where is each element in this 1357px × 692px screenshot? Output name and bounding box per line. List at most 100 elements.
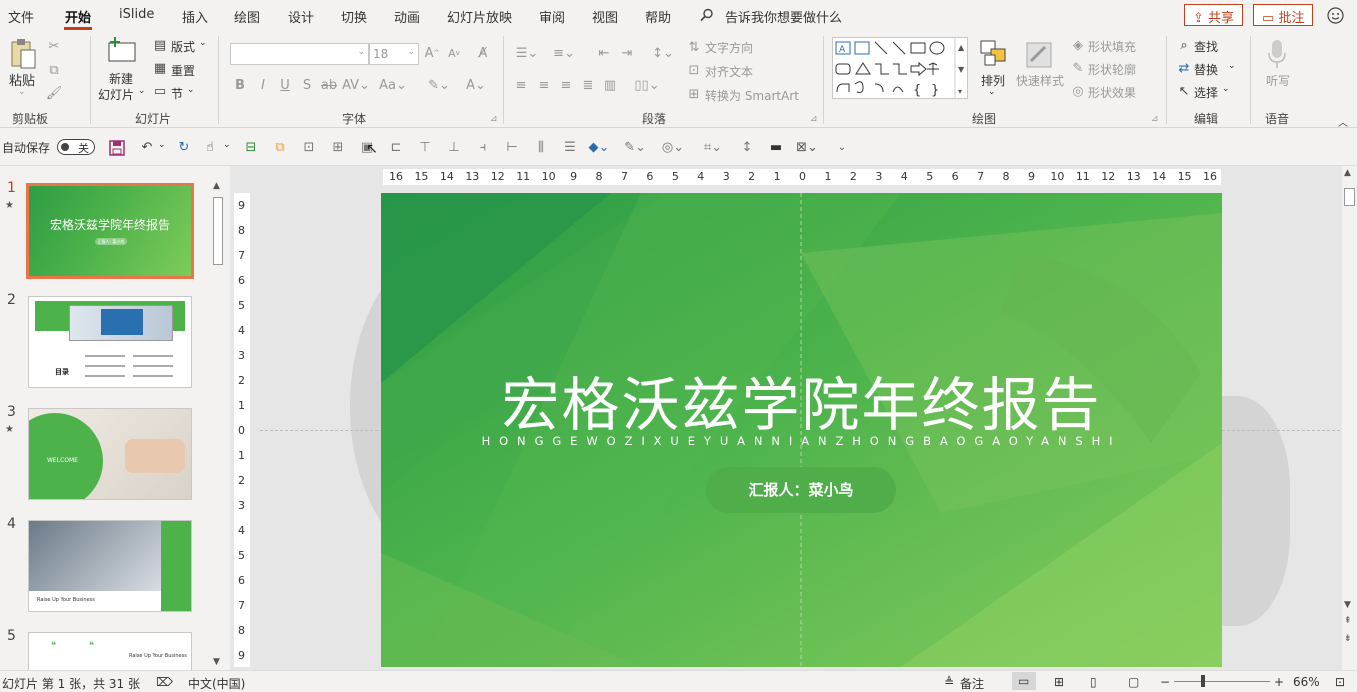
align-middle-icon[interactable]: ⊢ bbox=[503, 138, 521, 156]
select-button[interactable]: 选择 bbox=[1194, 84, 1218, 101]
select-arrow-icon[interactable]: ↖ bbox=[1176, 84, 1192, 99]
height-icon[interactable]: ↕ bbox=[738, 138, 756, 156]
shape-effects-icon[interactable]: ◎ bbox=[1070, 84, 1086, 99]
bold-icon[interactable]: B bbox=[233, 76, 247, 94]
selection-pane-icon[interactable]: ⧉ bbox=[271, 138, 289, 156]
tab-animations[interactable]: 动画 bbox=[394, 7, 420, 26]
shape-outline-icon[interactable]: ✎ bbox=[1070, 61, 1086, 76]
quick-styles-button[interactable]: 快速样式 bbox=[1016, 72, 1064, 89]
decrease-font-icon[interactable]: Av bbox=[445, 44, 463, 62]
next-slide-icon[interactable]: ⇟ bbox=[1344, 634, 1352, 644]
undo-dropdown[interactable]: ⌄ bbox=[158, 140, 166, 150]
replace-button[interactable]: 替换 bbox=[1194, 61, 1218, 78]
increase-font-icon[interactable]: A ^ bbox=[423, 44, 441, 62]
send-backward-icon[interactable]: ⊏ bbox=[387, 138, 405, 156]
select-dropdown[interactable]: ⌄ bbox=[1222, 84, 1230, 94]
crop-icon[interactable]: ⌗⌄ bbox=[700, 138, 726, 156]
decrease-indent-icon[interactable]: ⇤ bbox=[595, 44, 613, 62]
arrange-icon[interactable] bbox=[978, 38, 1008, 70]
zoom-slider-thumb[interactable] bbox=[1201, 675, 1205, 687]
current-slide[interactable]: 宏格沃兹学院年终报告 HONGGEWOZIXUEYUANNIANZHONGBAO… bbox=[381, 193, 1222, 667]
shape-effects-button[interactable]: 形状效果 bbox=[1088, 84, 1136, 101]
comments-button[interactable]: ▭ 批注 bbox=[1253, 4, 1314, 26]
new-slide-dropdown[interactable]: ⌄ bbox=[138, 86, 146, 96]
replace-icon[interactable]: ⇄ bbox=[1176, 61, 1192, 76]
shape-outline-button[interactable]: 形状轮廓 bbox=[1088, 61, 1136, 78]
zoom-out-icon[interactable]: − bbox=[1160, 675, 1170, 689]
slide-sorter-icon[interactable]: ⊞ bbox=[1054, 675, 1064, 689]
justify-icon[interactable]: ≣ bbox=[579, 76, 597, 94]
align-bottom-icon[interactable]: ⊥ bbox=[445, 138, 463, 156]
tab-transitions[interactable]: 切换 bbox=[341, 7, 367, 26]
distribute-h-icon[interactable]: ⫼ bbox=[532, 138, 550, 156]
section-icon[interactable]: ▭ bbox=[152, 84, 168, 99]
customize-qat-icon[interactable]: ⌄ bbox=[836, 138, 848, 156]
line-spacing-icon[interactable]: ↕⌄ bbox=[648, 44, 678, 62]
align-right-icon[interactable]: ≡ bbox=[557, 76, 575, 94]
strikethrough-icon[interactable]: ab bbox=[320, 76, 338, 94]
language-indicator[interactable]: 中文(中国) bbox=[188, 675, 245, 692]
tab-insert[interactable]: 插入 bbox=[182, 7, 208, 26]
thumbnail-scrollbar[interactable]: ▲ ▼ bbox=[212, 181, 224, 671]
tab-draw[interactable]: 绘图 bbox=[234, 7, 260, 26]
ungroup-icon[interactable]: ⊞ bbox=[329, 138, 347, 156]
thumbnail-slide-4[interactable]: Raise Up Your Business bbox=[28, 520, 192, 612]
layout-icon[interactable]: ▤ bbox=[152, 38, 168, 53]
distributed-icon[interactable]: ▥ bbox=[601, 76, 619, 94]
layout-button[interactable]: 版式 bbox=[171, 38, 195, 55]
replace-dropdown[interactable]: ⌄ bbox=[1228, 61, 1236, 71]
font-size-select[interactable]: 18 ⌄ bbox=[369, 43, 419, 65]
character-spacing-icon[interactable]: AV⌄ bbox=[342, 76, 370, 94]
align-left-icon[interactable]: ≡ bbox=[512, 76, 530, 94]
shape-fill-button[interactable]: 形状填充 bbox=[1088, 38, 1136, 55]
shadow-icon[interactable]: S bbox=[300, 76, 314, 94]
reset-icon[interactable]: ▦ bbox=[152, 61, 168, 76]
scrollbar-thumb[interactable] bbox=[213, 197, 223, 265]
previous-slide-icon[interactable]: ⇞ bbox=[1344, 616, 1352, 626]
search-icon[interactable] bbox=[700, 7, 714, 23]
numbering-icon[interactable]: ≡⌄ bbox=[549, 44, 579, 62]
align-center-h-icon[interactable]: ⫞ bbox=[474, 138, 492, 156]
convert-smartart-button[interactable]: 转换为 SmartArt bbox=[705, 87, 799, 104]
smiley-feedback-icon[interactable] bbox=[1326, 6, 1344, 24]
shapes-gallery[interactable]: A { } ▲ ▼ ▾ bbox=[832, 37, 968, 99]
autosave-toggle[interactable]: 关 bbox=[57, 139, 95, 155]
tab-slideshow[interactable]: 幻灯片放映 bbox=[447, 7, 512, 26]
arrange-dropdown[interactable]: ⌄ bbox=[988, 87, 996, 97]
tab-help[interactable]: 帮助 bbox=[645, 7, 671, 26]
font-color-icon[interactable]: A⌄ bbox=[460, 76, 492, 94]
cut-icon[interactable]: ✂ bbox=[46, 38, 62, 54]
tell-me-input[interactable]: 告诉我你想要做什么 bbox=[725, 7, 842, 26]
group-icon[interactable]: ⊡ bbox=[300, 138, 318, 156]
thumbnail-slide-2[interactable]: 目录 bbox=[28, 296, 192, 388]
highlight-color-icon[interactable]: ✎⌄ bbox=[423, 76, 455, 94]
copy-icon[interactable]: ⧉ bbox=[46, 62, 62, 78]
collapse-ribbon-icon[interactable]: ︿ bbox=[1338, 114, 1348, 129]
underline-icon[interactable]: U bbox=[278, 76, 292, 94]
tab-review[interactable]: 审阅 bbox=[539, 7, 565, 26]
align-center-icon[interactable]: ≡ bbox=[535, 76, 553, 94]
delete-slide-icon[interactable]: ⊠⌄ bbox=[794, 138, 820, 156]
zoom-level[interactable]: 66% bbox=[1293, 675, 1320, 689]
reading-view-icon[interactable]: ▯ bbox=[1090, 675, 1097, 689]
smartart-icon[interactable]: ⊞ bbox=[686, 86, 702, 102]
new-slide-icon[interactable] bbox=[106, 36, 138, 64]
reset-button[interactable]: 重置 bbox=[171, 62, 195, 79]
find-icon[interactable]: ⌕ bbox=[1176, 38, 1192, 53]
tab-design[interactable]: 设计 bbox=[288, 7, 314, 26]
slide-title[interactable]: 宏格沃兹学院年终报告 bbox=[381, 358, 1222, 442]
share-button[interactable]: ⇪ 共享 bbox=[1184, 4, 1244, 26]
zoom-slider[interactable] bbox=[1174, 681, 1270, 682]
font-name-select[interactable]: ⌄ bbox=[230, 43, 369, 65]
paste-icon[interactable] bbox=[8, 38, 38, 70]
scroll-down-icon[interactable]: ▼ bbox=[1344, 600, 1351, 610]
vertical-scrollbar[interactable]: ▲ ▼ ⇞ ⇟ bbox=[1342, 166, 1357, 670]
paragraph-dialog-launcher-icon[interactable]: ⊿ bbox=[810, 114, 818, 124]
spelling-check-icon[interactable]: ⌦ bbox=[156, 675, 173, 689]
drawing-dialog-launcher-icon[interactable]: ⊿ bbox=[1151, 114, 1159, 124]
notes-icon[interactable]: ≜ bbox=[944, 675, 954, 689]
notes-button[interactable]: 备注 bbox=[960, 675, 984, 692]
shape-fill-icon[interactable]: ◈ bbox=[1070, 38, 1086, 53]
text-direction-button[interactable]: 文字方向 bbox=[705, 39, 753, 56]
new-slide-label-2[interactable]: 幻灯片 bbox=[98, 86, 134, 103]
